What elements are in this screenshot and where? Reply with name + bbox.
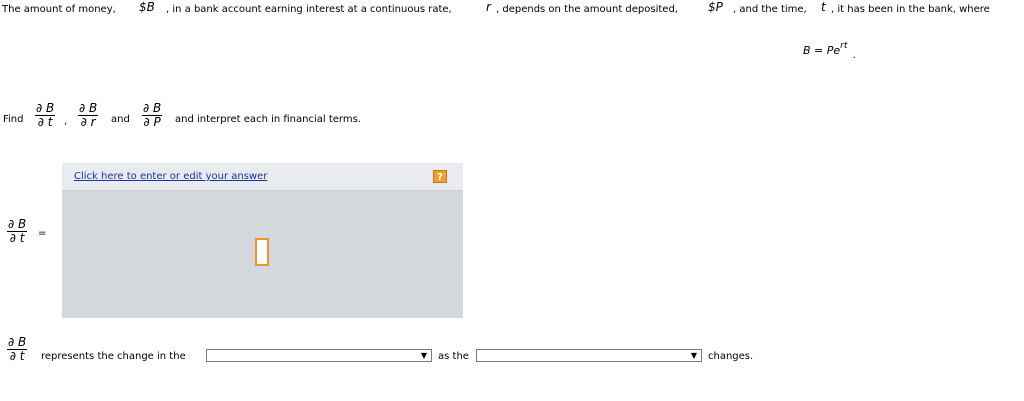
answer-lhs: ∂ B ∂ t = — [0, 218, 60, 254]
find-comma: , — [64, 116, 68, 127]
fraction-dB-dt: ∂ B ∂ t — [7, 335, 28, 363]
find-line: Find ∂ B ∂ t , ∂ B ∂ r and ∂ B ∂ P and i… — [0, 98, 420, 134]
interpretation-line: ∂ B ∂ t represents the change in the ▼ a… — [0, 336, 800, 372]
problem-text-4: , and the time, — [733, 4, 807, 15]
edit-answer-link[interactable]: Click here to enter or edit your answer — [74, 171, 267, 182]
fraction-dB-dt: ∂ B ∂ t — [35, 101, 56, 129]
problem-text-5: , it has been in the bank, where — [831, 4, 990, 15]
fraction-numerator: ∂ B — [36, 101, 55, 115]
problem-text-1: The amount of money, — [2, 4, 116, 15]
fraction-numerator: ∂ B — [143, 101, 162, 115]
find-label: Find — [3, 114, 24, 125]
fraction-numerator: ∂ B — [8, 217, 27, 231]
var-t: t — [821, 0, 826, 14]
fraction-denominator: ∂ t — [9, 231, 25, 245]
var-r: r — [486, 0, 491, 14]
fraction-denominator: ∂ t — [37, 115, 53, 129]
answer-panel-header: Click here to enter or edit your answer … — [62, 163, 463, 191]
help-icon[interactable]: ? — [433, 170, 447, 183]
fraction-numerator: ∂ B — [79, 101, 98, 115]
problem-text-3: , depends on the amount deposited, — [496, 4, 678, 15]
formula-period: . — [852, 50, 856, 61]
as-the-text: as the — [438, 351, 469, 362]
problem-statement: The amount of money, $B , in a bank acco… — [2, 0, 1022, 20]
fraction-denominator: ∂ P — [143, 115, 161, 129]
fraction-denominator: ∂ r — [80, 115, 96, 129]
fraction-denominator: ∂ t — [9, 349, 25, 363]
find-tail-text: and interpret each in financial terms. — [175, 114, 361, 125]
fraction-dB-dt: ∂ B ∂ t — [7, 217, 28, 245]
represents-text: represents the change in the — [41, 351, 186, 362]
quantity-dropdown-1[interactable]: ▼ — [206, 349, 432, 362]
find-and: and — [111, 114, 130, 125]
fraction-dB-dP: ∂ B ∂ P — [142, 101, 163, 129]
answer-input-box[interactable] — [255, 238, 269, 266]
formula-exponent: rt — [840, 41, 848, 51]
fraction-numerator: ∂ B — [8, 335, 27, 349]
var-B: $B — [139, 0, 155, 14]
equals-sign: = — [38, 228, 47, 239]
formula: B = Pert . — [803, 41, 856, 64]
problem-text-2: , in a bank account earning interest at … — [166, 4, 452, 15]
chevron-down-icon: ▼ — [690, 351, 697, 360]
fraction-dB-dr: ∂ B ∂ r — [78, 101, 99, 129]
answer-panel: Click here to enter or edit your answer … — [62, 163, 463, 318]
formula-lhs: B = Pe — [803, 44, 841, 57]
quantity-dropdown-2[interactable]: ▼ — [476, 349, 702, 362]
changes-text: changes. — [708, 351, 754, 362]
chevron-down-icon: ▼ — [420, 351, 427, 360]
var-P: $P — [708, 0, 723, 14]
